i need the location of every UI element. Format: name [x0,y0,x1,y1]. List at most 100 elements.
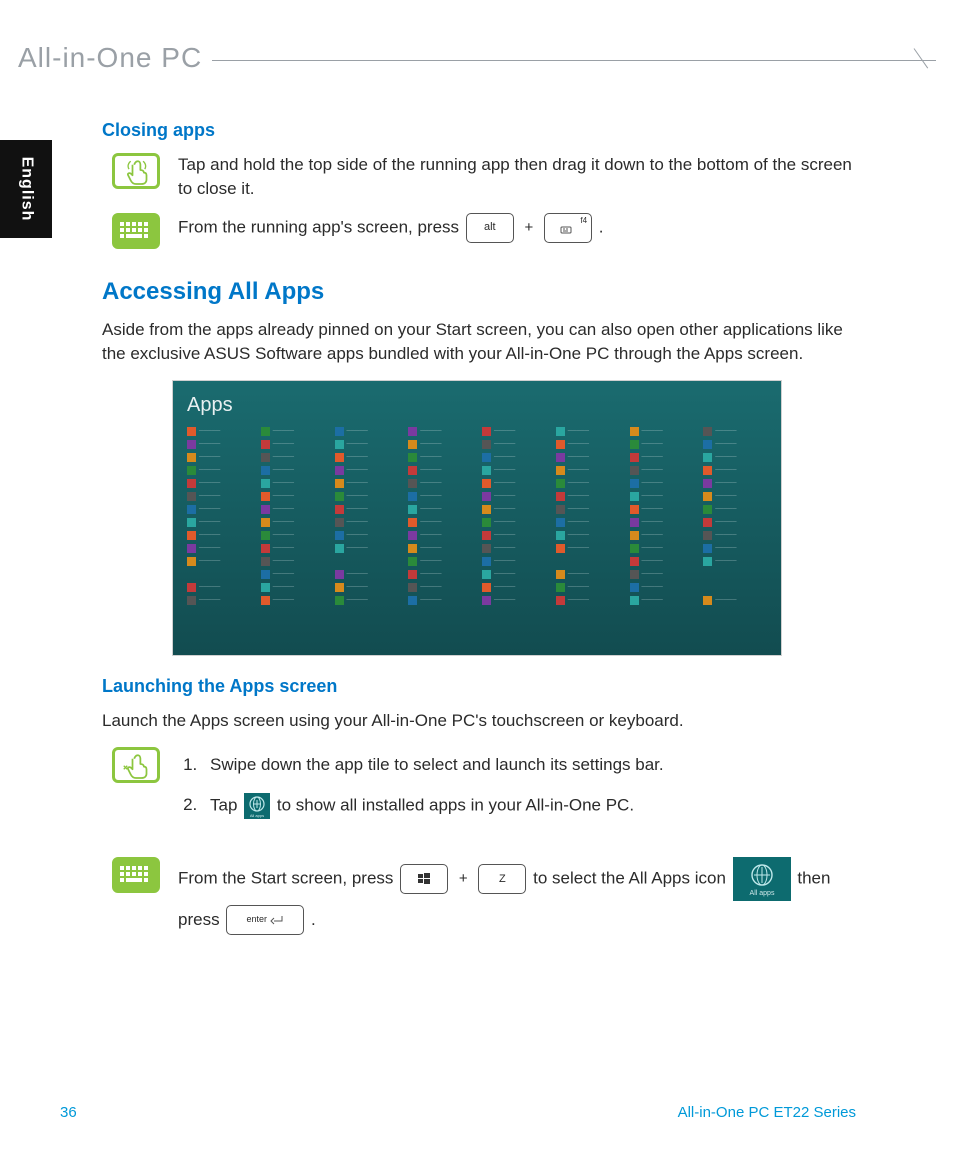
app-tile: ───── [482,583,546,592]
touch-gesture-icon [112,747,160,783]
app-tile: ───── [630,505,694,514]
app-tile: ───── [261,544,325,553]
app-tile: ───── [630,440,694,449]
allapps-intro: Aside from the apps already pinned on yo… [102,318,856,366]
app-tile: ───── [408,531,472,540]
launch-intro: Launch the Apps screen using your All-in… [102,709,856,733]
app-tile: ───── [630,596,694,605]
app-tile: ───── [335,505,399,514]
row-keyboard-launch: From the Start screen, press + Z to sele… [112,857,856,938]
app-tile: ───── [703,531,767,540]
app-tile: ───── [187,596,251,605]
kb-close-period: . [599,217,604,236]
app-tile: ───── [261,505,325,514]
app-tile: ───── [482,479,546,488]
keyboard-close-text: From the running app's screen, press alt… [178,213,856,243]
app-tile: ───── [482,518,546,527]
app-tile: ───── [408,427,472,436]
app-tile: ───── [630,492,694,501]
row-touch-launch: Swipe down the app tile to select and la… [112,747,856,835]
app-tile: ───── [187,492,251,501]
all-apps-icon: All apps [244,793,270,819]
row-keyboard-close: From the running app's screen, press alt… [112,213,856,249]
app-tile: ───── [408,440,472,449]
app-tile: ───── [187,440,251,449]
app-tile: ───── [408,466,472,475]
app-tile: ───── [408,479,472,488]
app-tile: ───── [556,479,620,488]
apps-grid: ───── ───── ───── ───── ───── ───── ───── ─────… [187,427,767,605]
app-tile: ───── [482,453,546,462]
app-tile: ───── [408,544,472,553]
app-tile: ───── [556,466,620,475]
header-title: All-in-One PC [18,42,212,74]
app-tile: ───── [187,583,251,592]
app-tile: ───── [261,531,325,540]
app-tile: ───── [703,479,767,488]
kb-launch-mid: to select the All Apps icon [533,868,731,887]
app-tile: ───── [335,479,399,488]
app-tile: ───── [703,596,767,605]
app-tile: ───── [408,557,472,566]
app-tile: ───── [556,583,620,592]
language-tab: English [0,140,52,238]
app-tile: ───── [335,570,399,579]
app-tile: ───── [630,531,694,540]
launch-step-1: Swipe down the app tile to select and la… [202,753,856,777]
app-tile: ───── [187,557,251,566]
app-tile: ───── [703,427,767,436]
kb-launch-prefix: From the Start screen, press [178,868,398,887]
app-tile: ───── [630,479,694,488]
plus-icon: + [459,862,468,895]
app-tile: ───── [556,544,620,553]
app-tile: ───── [261,479,325,488]
app-tile: ───── [408,570,472,579]
app-tile: ───── [187,453,251,462]
app-tile: ───── [408,518,472,527]
key-windows [400,864,448,894]
app-tile: ───── [335,453,399,462]
app-tile: ───── [408,505,472,514]
app-tile: ───── [482,570,546,579]
app-tile: ───── [482,466,546,475]
app-tile: ───── [187,544,251,553]
app-tile: ───── [556,596,620,605]
touch-close-text: Tap and hold the top side of the running… [178,153,856,201]
app-tile: ───── [556,427,620,436]
app-tile: ───── [335,492,399,501]
app-tile: ───── [556,505,620,514]
app-tile: ───── [408,453,472,462]
app-tile: ───── [187,479,251,488]
app-tile: ───── [482,505,546,514]
app-tile: ───── [630,427,694,436]
app-tile: ───── [187,427,251,436]
key-f4 [544,213,592,243]
step2-prefix: Tap [210,795,242,814]
app-tile: ───── [261,492,325,501]
app-tile: ───── [703,453,767,462]
apps-screen-screenshot: Apps ───────────────────────────────────… [172,380,782,656]
kb-close-prefix: From the running app's screen, press [178,217,464,236]
all-apps-icon: All apps [733,857,791,901]
app-tile: ───── [408,583,472,592]
app-tile: ───── [187,505,251,514]
app-tile: ───── [630,583,694,592]
app-tile: ───── [703,505,767,514]
app-tile: ───── [630,570,694,579]
app-tile: ───── [482,596,546,605]
app-tile: ───── [335,466,399,475]
screenshot-title: Apps [187,391,767,419]
app-tile: ───── [261,453,325,462]
app-tile: ───── [482,440,546,449]
touch-gesture-icon [112,153,160,189]
row-touch-close: Tap and hold the top side of the running… [112,153,856,201]
svg-text:All apps: All apps [749,890,774,897]
app-tile: ───── [556,440,620,449]
app-tile: ───── [408,492,472,501]
heading-accessing-all-apps: Accessing All Apps [102,275,856,309]
page-content: Closing apps Tap and hold the top side o… [102,118,856,950]
app-tile: ───── [187,466,251,475]
app-tile: ───── [703,466,767,475]
app-tile: ───── [261,466,325,475]
app-tile: ───── [630,453,694,462]
